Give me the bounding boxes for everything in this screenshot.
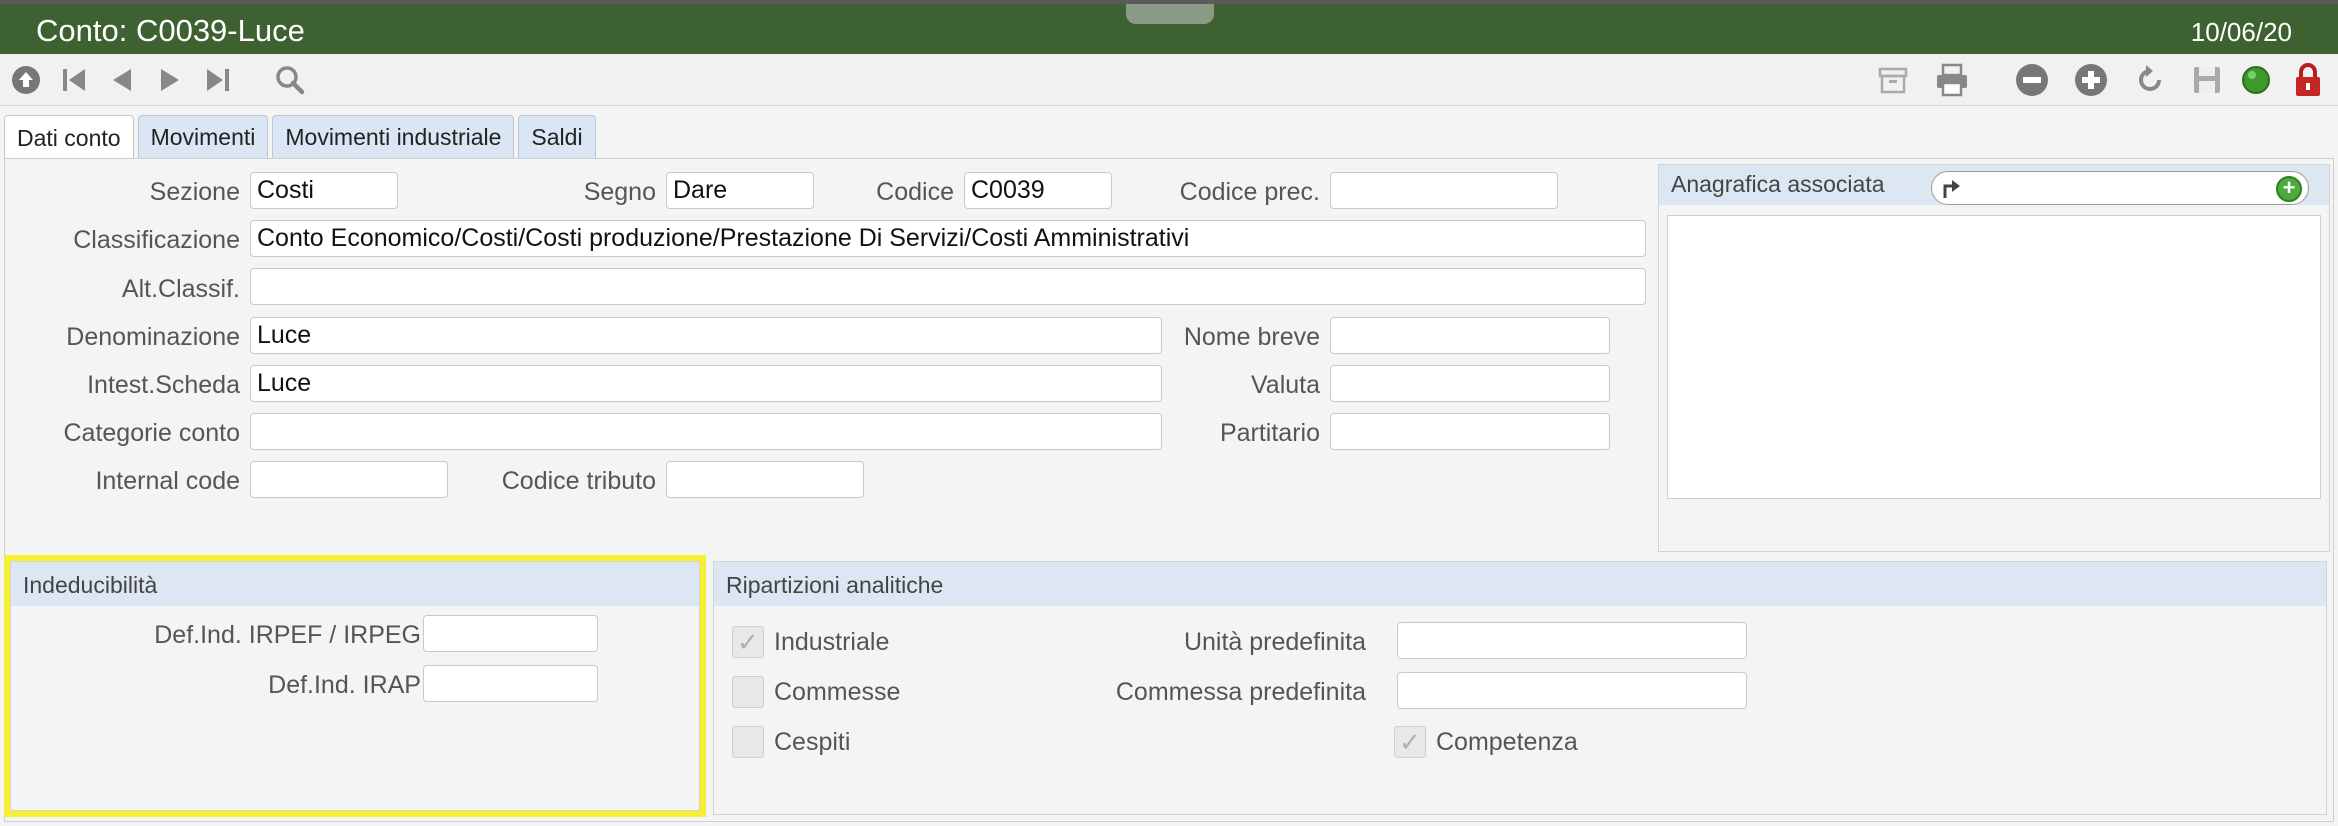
anagrafica-header: Anagrafica associata + [1659,165,2329,205]
anagrafica-associata-box: Anagrafica associata + [1658,164,2330,552]
previous-record-icon[interactable] [102,60,142,100]
internal-code-label: Internal code [95,467,240,495]
codice-field[interactable]: C0039 [964,172,1112,209]
delete-icon[interactable] [2012,60,2052,100]
add-anagrafica-icon[interactable]: + [2276,176,2302,202]
sezione-label: Sezione [149,178,240,206]
tab-movimenti-industriale[interactable]: Movimenti industriale [272,115,515,159]
nome-breve-label: Nome breve [1183,323,1320,351]
save-icon[interactable] [2187,60,2227,100]
status-green-icon[interactable] [2236,60,2276,100]
title-bar: Conto: C0039-Luce 10/06/20 [0,0,2338,54]
segno-field[interactable]: Dare [666,172,814,209]
window-grip-handle[interactable] [1126,4,1214,24]
intest-scheda-field[interactable]: Luce [250,365,1162,402]
window-date: 10/06/20 [2190,17,2292,47]
codice-label: Codice [876,178,954,206]
partitario-field[interactable] [1330,413,1610,450]
lock-icon[interactable] [2288,60,2328,100]
ripartizioni-section: Ripartizioni analitiche ✓ Industriale Co… [713,561,2327,815]
competenza-checkbox[interactable]: ✓ [1394,726,1426,758]
codice-prec-label: Codice prec. [1179,178,1320,206]
categorie-conto-label: Categorie conto [63,419,240,447]
intest-scheda-label: Intest.Scheda [87,371,240,399]
categorie-conto-field[interactable] [250,413,1162,450]
industriale-label: Industriale [774,628,890,656]
ripartizioni-title: Ripartizioni analitiche [726,572,944,598]
indeducibilita-section: Indeducibilità Def.Ind. IRPEF / IRPEG De… [10,561,700,811]
segno-label: Segno [583,178,656,206]
cespiti-checkbox[interactable] [732,726,764,758]
add-icon[interactable] [2071,60,2111,100]
cespiti-label: Cespiti [774,728,851,756]
anagrafica-list[interactable] [1667,215,2321,499]
industriale-checkbox[interactable]: ✓ [732,626,764,658]
unita-predefinita-label: Unità predefinita [1183,628,1366,656]
internal-code-field[interactable] [250,461,448,498]
tab-bar: Dati conto Movimenti Movimenti industria… [4,115,596,161]
sezione-field[interactable]: Costi [250,172,398,209]
tab-dati-conto[interactable]: Dati conto [4,115,134,161]
def-ind-irpef-field[interactable] [423,615,598,652]
commesse-label: Commesse [774,678,901,706]
alt-classif-label: Alt.Classif. [121,275,240,303]
indeducibilita-header: Indeducibilità [11,562,699,606]
valuta-field[interactable] [1330,365,1610,402]
toolbar [0,54,2338,106]
next-record-icon[interactable] [150,60,190,100]
codice-tributo-field[interactable] [666,461,864,498]
alt-classif-field[interactable] [250,268,1646,305]
classificazione-label: Classificazione [73,226,240,254]
window-title: Conto: C0039-Luce [36,13,305,48]
def-ind-irpef-label: Def.Ind. IRPEF / IRPEG [154,621,421,649]
print-icon[interactable] [1932,60,1972,100]
commessa-predefinita-field[interactable] [1397,672,1747,709]
commesse-checkbox[interactable] [732,676,764,708]
unita-predefinita-field[interactable] [1397,622,1747,659]
last-record-icon[interactable] [198,60,238,100]
def-ind-irap-label: Def.Ind. IRAP [268,671,421,699]
nome-breve-field[interactable] [1330,317,1610,354]
refresh-icon[interactable] [2130,60,2170,100]
home-up-icon[interactable] [6,60,46,100]
codice-tributo-label: Codice tributo [501,467,656,495]
link-arrow-icon[interactable] [1940,176,1964,200]
archive-icon[interactable] [1873,60,1913,100]
ripartizioni-header: Ripartizioni analitiche [714,562,2326,606]
search-icon[interactable] [270,60,310,100]
anagrafica-lookup-input[interactable]: + [1931,171,2309,205]
tab-saldi[interactable]: Saldi [518,115,596,159]
commessa-predefinita-label: Commessa predefinita [1115,678,1366,706]
denominazione-field[interactable]: Luce [250,317,1162,354]
anagrafica-title: Anagrafica associata [1671,171,1885,197]
first-record-icon[interactable] [54,60,94,100]
competenza-label: Competenza [1436,728,1578,756]
indeducibilita-title: Indeducibilità [23,572,158,598]
classificazione-field[interactable]: Conto Economico/Costi/Costi produzione/P… [250,220,1646,257]
denominazione-label: Denominazione [66,323,240,351]
partitario-label: Partitario [1219,419,1320,447]
def-ind-irap-field[interactable] [423,665,598,702]
codice-prec-field[interactable] [1330,172,1558,209]
valuta-label: Valuta [1250,371,1320,399]
tab-movimenti[interactable]: Movimenti [137,115,269,159]
